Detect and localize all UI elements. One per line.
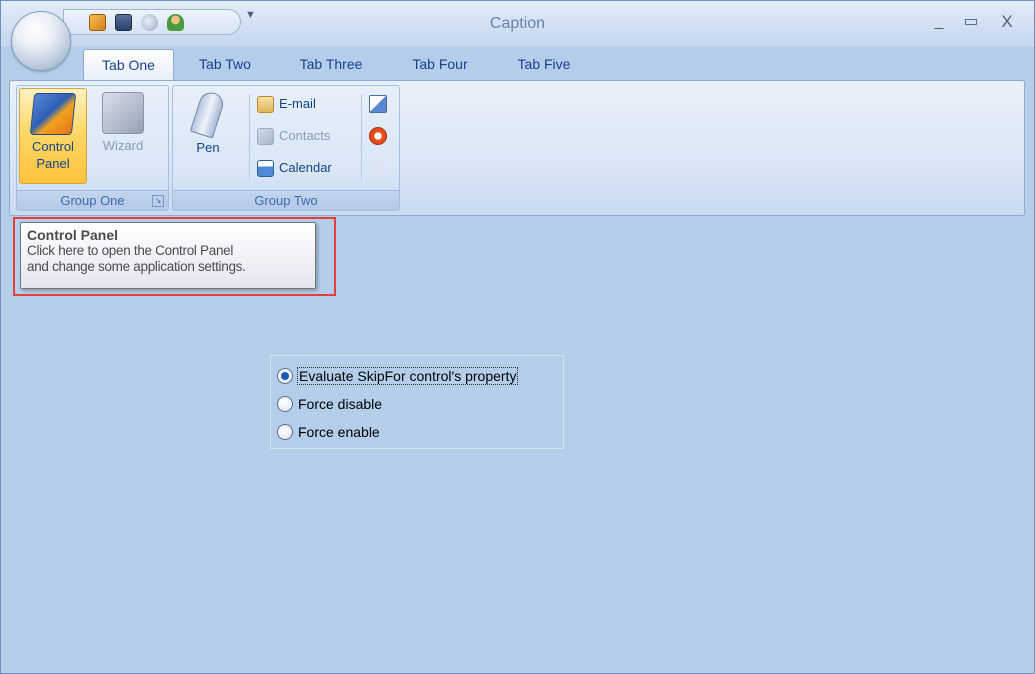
calendar-button[interactable]: Calendar [253,152,332,184]
radio-label: Evaluate SkipFor control's property [296,367,519,385]
pen-label: Pen [196,140,220,155]
ribbon-panel: Control Panel Wizard Group One ↘ Pen E-m… [9,80,1025,216]
radio-evaluate-skipfor[interactable]: Evaluate SkipFor control's property [277,365,519,387]
calendar-label: Calendar [279,160,332,175]
tooltip-line-2: and change some application settings. [27,259,246,274]
edit-icon[interactable] [369,95,387,113]
quick-access-toolbar [63,9,241,35]
control-panel-label-line1: Control [32,139,74,154]
wizard-icon [102,92,144,134]
icon-buttons-column [369,88,387,191]
application-orb-button[interactable] [11,11,71,71]
close-button[interactable]: X [995,11,1019,33]
calendar-icon [257,160,274,177]
pen-button[interactable]: Pen [175,88,241,184]
ribbon-group-two: Pen E-mail Contacts Calendar Group Two [172,85,400,211]
radio-label: Force enable [298,424,380,440]
minimize-button[interactable]: _ [927,11,951,33]
ribbon-group-one: Control Panel Wizard Group One ↘ [16,85,169,211]
wizard-button[interactable]: Wizard [89,88,157,184]
email-icon [257,96,274,113]
maximize-button[interactable]: ▭ [959,11,983,33]
user-icon[interactable] [167,14,184,31]
small-buttons-column: E-mail Contacts Calendar [253,88,332,184]
tab-four[interactable]: Tab Four [403,49,477,81]
quick-access-dropdown[interactable]: ▼ [245,9,256,21]
star-icon[interactable] [369,159,387,177]
tab-three[interactable]: Tab Three [289,49,373,81]
tooltip-title: Control Panel [27,227,119,243]
save-icon[interactable] [115,14,132,31]
group-separator [249,94,250,180]
control-panel-button[interactable]: Control Panel [19,88,87,184]
tab-five[interactable]: Tab Five [507,49,581,81]
contacts-icon [257,128,274,145]
tooltip-body: Click here to open the Control Panel and… [27,243,309,275]
radio-force-enable[interactable]: Force enable [277,421,380,443]
control-panel-tooltip: Control Panel Click here to open the Con… [20,222,316,289]
group-one-title: Group One ↘ [17,190,168,210]
control-panel-icon[interactable] [89,14,106,31]
search-icon[interactable] [141,14,158,31]
group-separator [361,94,362,180]
skipfor-radio-group: Evaluate SkipFor control's property Forc… [270,355,564,449]
control-panel-icon [29,93,77,135]
email-button[interactable]: E-mail [253,88,332,120]
group-two-title: Group Two [173,190,399,210]
radio-force-disable[interactable]: Force disable [277,393,382,415]
radio-unchecked-icon[interactable] [277,424,293,440]
tooltip-line-1: Click here to open the Control Panel [27,243,234,258]
radio-checked-icon[interactable] [277,368,293,384]
radio-unchecked-icon[interactable] [277,396,293,412]
control-panel-label-line2: Panel [36,156,70,171]
contacts-button[interactable]: Contacts [253,120,332,152]
group-one-title-text: Group One [60,193,125,208]
wizard-label: Wizard [102,138,144,153]
application-window: Caption _ ▭ X ▼ Tab One Tab Two Tab Thre… [0,0,1035,674]
dialog-launcher-icon[interactable]: ↘ [152,195,164,207]
tab-one[interactable]: Tab One [83,49,174,81]
contacts-label: Contacts [279,128,331,143]
clock-icon[interactable] [369,127,387,145]
email-label: E-mail [279,96,316,111]
pen-icon [189,89,227,139]
radio-label: Force disable [298,396,383,412]
tab-two[interactable]: Tab Two [189,49,261,81]
